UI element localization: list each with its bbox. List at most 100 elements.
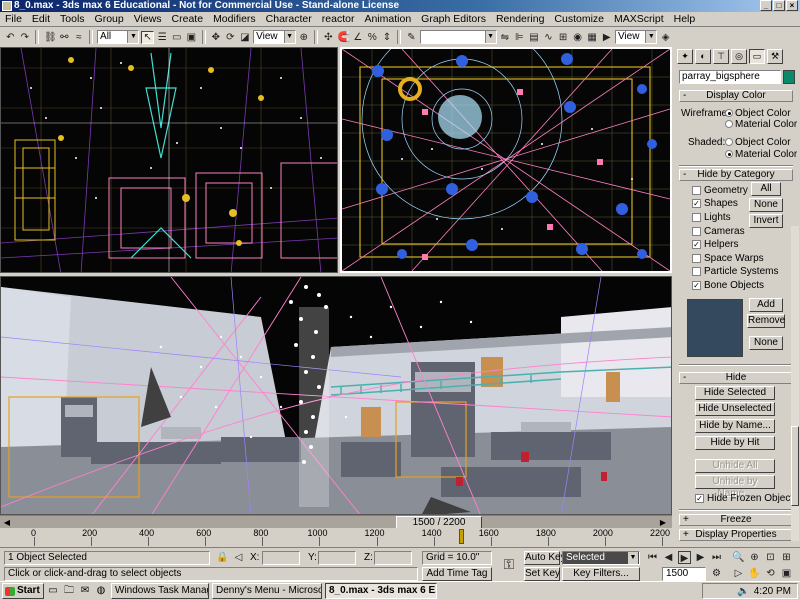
zoom-all-icon[interactable]: ⊕ (748, 551, 761, 564)
select-manipulate-icon[interactable]: ✣ (322, 31, 335, 44)
pan-icon[interactable]: ✋ (748, 567, 761, 580)
rollup-display-properties[interactable]: + Display Properties (679, 529, 793, 541)
named-selection-sets-dropdown[interactable]: ▼ (419, 30, 497, 44)
z-coordinate-field[interactable] (374, 551, 412, 565)
explorer-icon[interactable]: 🗀 (62, 584, 76, 598)
select-and-rotate-icon[interactable]: ⟳ (224, 31, 237, 44)
wireframe-material-color-radio[interactable] (725, 120, 733, 128)
select-and-move-icon[interactable]: ✥ (210, 31, 223, 44)
particle-systems-checkbox[interactable] (692, 267, 701, 276)
shaded-object-color-radio[interactable] (725, 138, 733, 146)
select-by-name-icon[interactable]: ☰ (156, 31, 169, 44)
rollup-hide-by-category[interactable]: - Hide by Category (679, 169, 793, 181)
menu-file[interactable]: File (0, 12, 27, 27)
hierarchy-tab-icon[interactable]: ⊤ (713, 49, 729, 64)
arc-rotate-icon[interactable]: ⟲ (764, 567, 777, 580)
hide-frozen-objects-checkbox[interactable]: ✓ (695, 494, 704, 503)
command-panel-scrollbar[interactable] (791, 226, 799, 541)
zoom-icon[interactable]: 🔍 (732, 551, 745, 564)
schematic-view-icon[interactable]: ⊞ (557, 31, 570, 44)
spinner-snap-icon[interactable]: ⇕ (381, 31, 394, 44)
menu-views[interactable]: Views (129, 12, 167, 27)
create-tab-icon[interactable]: ✦ (677, 49, 693, 64)
outlook-icon[interactable]: ✉ (78, 584, 92, 598)
menu-graph-editors[interactable]: Graph Editors (416, 12, 491, 27)
go-to-start-icon[interactable]: ⏮ (646, 551, 659, 564)
viewport-top[interactable] (340, 47, 672, 273)
y-coordinate-field[interactable] (318, 551, 356, 565)
render-scene-icon[interactable]: ▦ (586, 31, 599, 44)
go-to-end-icon[interactable]: ⏭ (710, 551, 723, 564)
invert-button[interactable]: Invert (749, 214, 783, 228)
scrollbar-thumb[interactable] (791, 426, 799, 506)
bind-space-warp-icon[interactable]: ≈ (73, 31, 86, 44)
show-desktop-icon[interactable]: ▭ (46, 584, 60, 598)
auto-key-button[interactable]: Auto Key (524, 551, 566, 565)
none-button[interactable]: None (749, 198, 783, 212)
unhide-all-button[interactable]: Unhide All (695, 459, 775, 473)
pivot-center-icon[interactable]: ⊕ (298, 31, 311, 44)
current-frame-field[interactable]: 1500 (662, 567, 706, 581)
menu-rendering[interactable]: Rendering (491, 12, 549, 27)
unlink-icon[interactable]: ⚯ (58, 31, 71, 44)
wireframe-object-color-radio[interactable] (725, 109, 733, 117)
cameras-checkbox[interactable] (692, 227, 701, 236)
lock-selection-icon[interactable]: 🔒 (216, 551, 229, 564)
trackbar[interactable] (0, 528, 672, 547)
taskbar-item-3ds-max[interactable]: 8_0.max - 3ds max 6 E... (325, 583, 437, 599)
maximize-viewport-icon[interactable]: ▣ (780, 567, 793, 580)
menu-group[interactable]: Group (90, 12, 129, 27)
shapes-checkbox[interactable]: ✓ (692, 199, 701, 208)
render-type-dropdown[interactable]: View ▼ (614, 30, 658, 44)
hide-unselected-button[interactable]: Hide Unselected (695, 402, 775, 416)
helpers-checkbox[interactable]: ✓ (692, 240, 701, 249)
taskbar-item-dennys-menu[interactable]: Denny's Menu - Microsoft ... (212, 583, 322, 599)
undo-icon[interactable]: ↶ (4, 31, 17, 44)
window-crossing-icon[interactable]: ▣ (185, 31, 198, 44)
named-selection-icon[interactable]: ✎ (405, 31, 418, 44)
selection-filter-dropdown[interactable]: All ▼ (97, 30, 140, 44)
zoom-extents-icon[interactable]: ⊡ (764, 551, 777, 564)
play-icon[interactable]: ▶ (678, 551, 691, 564)
zoom-extents-all-icon[interactable]: ⊞ (780, 551, 793, 564)
menu-help[interactable]: Help (669, 12, 701, 27)
motion-tab-icon[interactable]: ◎ (731, 49, 747, 64)
taskbar-item-task-manager[interactable]: Windows Task Manager (111, 583, 209, 599)
layer-manager-icon[interactable]: ▤ (528, 31, 541, 44)
maximize-button[interactable]: □ (773, 0, 785, 11)
menu-animation[interactable]: Animation (359, 12, 416, 27)
redo-icon[interactable]: ↷ (19, 31, 32, 44)
menu-character[interactable]: Character (261, 12, 317, 27)
rollup-hide[interactable]: - Hide (679, 372, 793, 384)
rectangular-selection-icon[interactable]: ▭ (171, 31, 184, 44)
minimize-button[interactable]: _ (760, 0, 772, 11)
viewport-perspective[interactable] (0, 276, 672, 515)
hide-by-name-button[interactable]: Hide by Name... (695, 419, 775, 433)
mirror-icon[interactable]: ⇋ (499, 31, 512, 44)
key-filters-button[interactable]: Key Filters... (562, 567, 640, 581)
menu-modifiers[interactable]: Modifiers (208, 12, 261, 27)
viewport-front[interactable] (0, 47, 338, 273)
time-configuration-icon[interactable]: ⚙ (710, 567, 723, 580)
key-selection-dropdown[interactable]: Selected ▼ (562, 551, 640, 565)
absolute-mode-icon[interactable]: ◁ (232, 551, 245, 564)
field-of-view-icon[interactable]: ▷ (732, 567, 745, 580)
select-and-scale-icon[interactable]: ◪ (239, 31, 252, 44)
set-key-button[interactable]: Set Key (524, 567, 560, 581)
utilities-tab-icon[interactable]: ⚒ (767, 49, 783, 64)
display-tab-icon[interactable]: ▭ (749, 49, 765, 64)
menu-maxscript[interactable]: MAXScript (609, 12, 669, 27)
remove-button[interactable]: Remove (747, 314, 785, 328)
rollup-display-color[interactable]: - Display Color (679, 90, 793, 102)
menu-customize[interactable]: Customize (549, 12, 609, 27)
modify-tab-icon[interactable]: ◐ (695, 49, 711, 64)
geometry-checkbox[interactable] (692, 186, 701, 195)
select-object-icon[interactable]: ↖ (141, 30, 154, 44)
angle-snap-icon[interactable]: ∠ (352, 31, 365, 44)
speaker-icon[interactable]: 🔈 (737, 586, 749, 597)
add-button[interactable]: Add (749, 298, 783, 312)
browser-icon[interactable]: ◍ (94, 584, 108, 598)
add-time-tag-button[interactable]: Add Time Tag (422, 567, 492, 581)
snaps-toggle-icon[interactable]: 🧲 (337, 31, 350, 44)
reference-coordinate-dropdown[interactable]: View ▼ (253, 30, 296, 44)
